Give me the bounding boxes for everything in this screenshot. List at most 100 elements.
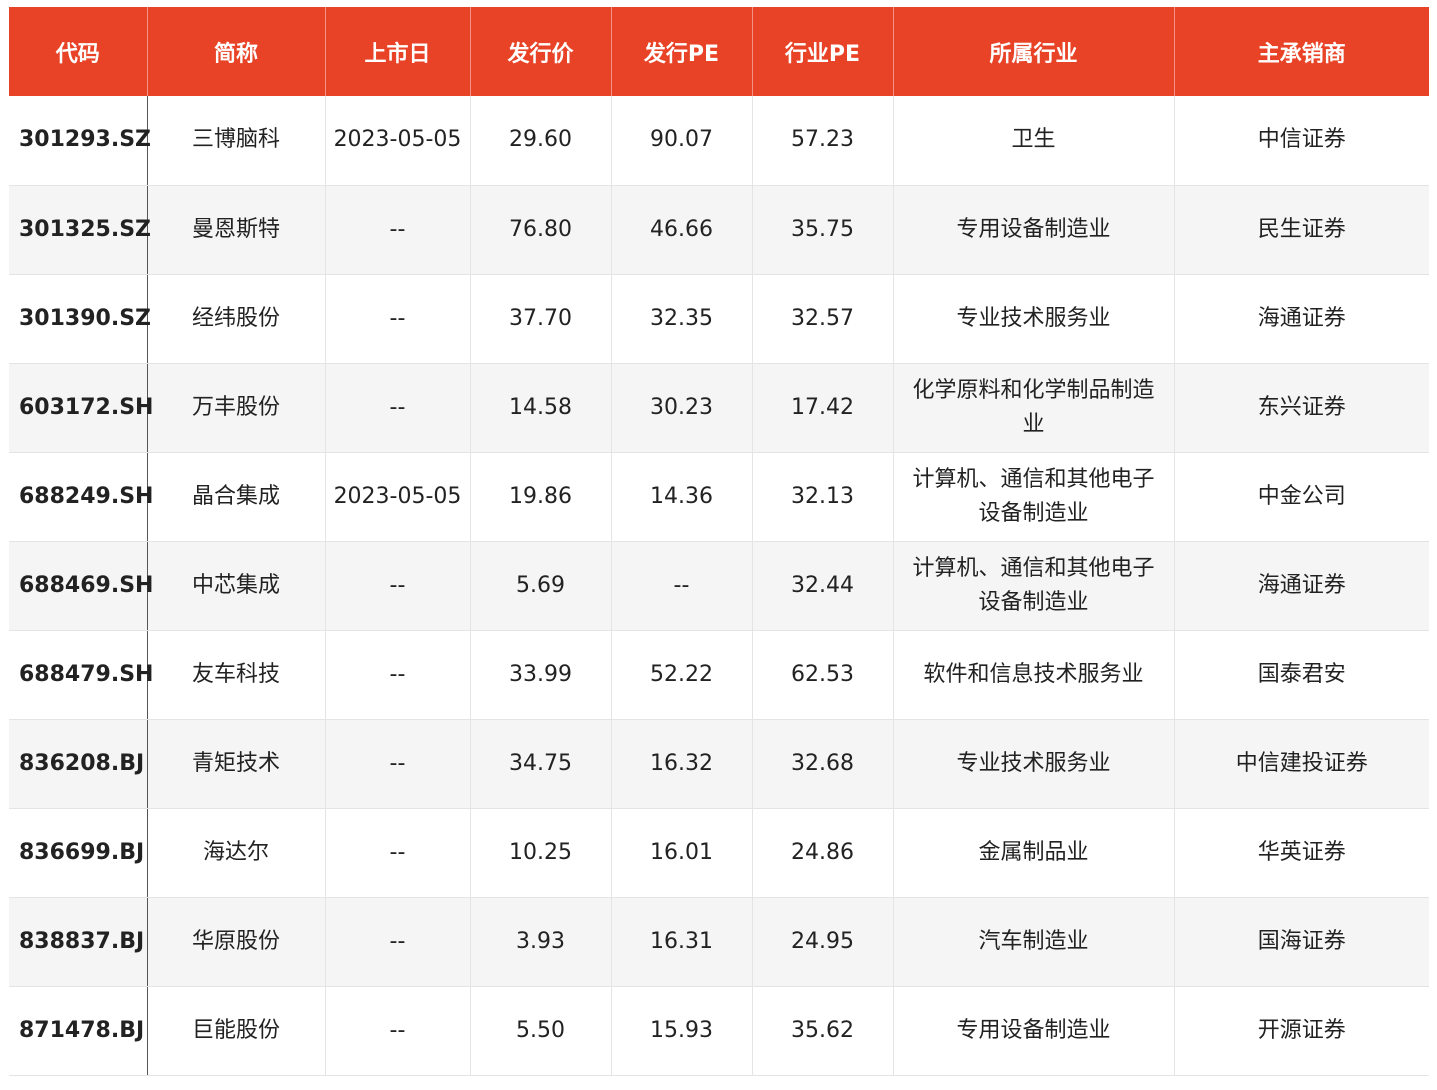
cell-underwriter: 海通证券 [1174,541,1429,631]
cell-underwriter: 海通证券 [1174,274,1429,364]
cell-short-name: 华原股份 [147,897,326,987]
cell-issue-pe: 16.01 [611,808,753,898]
cell-industry-pe: 35.62 [752,986,894,1076]
cell-issue-price: 10.25 [470,808,612,898]
cell-industry: 计算机、通信和其他电子设备制造业 [893,541,1175,631]
cell-listing-date: -- [325,808,471,898]
cell-industry-pe: 32.44 [752,541,894,631]
cell-short-name: 万丰股份 [147,363,326,453]
header-industry[interactable]: 所属行业 [893,7,1175,96]
cell-listing-date: -- [325,630,471,720]
table-row[interactable]: 301325.SZ 曼恩斯特 -- 76.80 46.66 35.75 专用设备制造业 民生证… [9,185,1429,275]
cell-code: 301325.SZ [9,185,151,275]
cell-issue-price: 19.86 [470,452,612,542]
cell-industry-pe: 35.75 [752,185,894,275]
cell-issue-pe: 30.23 [611,363,753,453]
cell-issue-pe: 90.07 [611,96,753,186]
cell-issue-pe: 32.35 [611,274,753,364]
cell-underwriter: 国海证券 [1174,897,1429,987]
cell-industry-pe: 32.13 [752,452,894,542]
ipo-table-container: 代码 简称 上市日 发行价 发行PE 行业PE 所属行业 主承销商 301293… [9,7,1429,1076]
cell-listing-date: -- [325,274,471,364]
cell-issue-price: 29.60 [470,96,612,186]
table-row[interactable]: 688469.SH 中芯集成 -- 5.69 -- 32.44 计算机、通信和其他电子设备制… [9,541,1429,631]
cell-code: 688469.SH [9,541,153,631]
cell-listing-date: 2023-05-05 [325,452,471,542]
header-short-name[interactable]: 简称 [147,7,326,96]
table-row[interactable]: 603172.SH 万丰股份 -- 14.58 30.23 17.42 化学原料和化学制品制… [9,363,1429,453]
header-listing-date[interactable]: 上市日 [325,7,471,96]
table-row[interactable]: 838837.BJ 华原股份 -- 3.93 16.31 24.95 汽车制造业 国海证券 [9,897,1429,987]
table-row[interactable]: 871478.BJ 巨能股份 -- 5.50 15.93 35.62 专用设备制造业 开源证券 [9,986,1429,1076]
cell-issue-pe: 15.93 [611,986,753,1076]
cell-code: 836208.BJ [9,719,148,809]
cell-code: 836699.BJ [9,808,148,898]
cell-underwriter: 民生证券 [1174,185,1429,275]
header-code[interactable]: 代码 [9,7,148,96]
cell-issue-price: 76.80 [470,185,612,275]
cell-industry: 专业技术服务业 [893,274,1175,364]
table-row[interactable]: 836699.BJ 海达尔 -- 10.25 16.01 24.86 金属制品业 华英证券 [9,808,1429,898]
header-underwriter[interactable]: 主承销商 [1174,7,1429,96]
cell-issue-pe: -- [611,541,753,631]
cell-industry: 化学原料和化学制品制造业 [893,363,1175,453]
cell-issue-price: 5.69 [470,541,612,631]
cell-listing-date: -- [325,897,471,987]
header-industry-pe[interactable]: 行业PE [752,7,894,96]
table-row[interactable]: 688249.SH 晶合集成 2023-05-05 19.86 14.36 32.13 计算… [9,452,1429,542]
cell-listing-date: -- [325,363,471,453]
cell-industry-pe: 32.68 [752,719,894,809]
header-issue-pe[interactable]: 发行PE [611,7,753,96]
cell-issue-price: 33.99 [470,630,612,720]
cell-industry: 软件和信息技术服务业 [893,630,1175,720]
cell-short-name: 中芯集成 [147,541,326,631]
cell-industry-pe: 32.57 [752,274,894,364]
cell-industry-pe: 62.53 [752,630,894,720]
cell-code: 688249.SH [9,452,153,542]
cell-underwriter: 中信证券 [1174,96,1429,186]
table-row[interactable]: 836208.BJ 青矩技术 -- 34.75 16.32 32.68 专业技术服务业 中信建… [9,719,1429,809]
table-body: 301293.SZ 三博脑科 2023-05-05 29.60 90.07 57.23 卫生… [9,96,1429,1076]
cell-industry: 专业技术服务业 [893,719,1175,809]
cell-issue-pe: 16.32 [611,719,753,809]
table-header: 代码 简称 上市日 发行价 发行PE 行业PE 所属行业 主承销商 [9,7,1429,96]
cell-code: 301293.SZ [9,96,151,186]
cell-issue-price: 34.75 [470,719,612,809]
header-row: 代码 简称 上市日 发行价 发行PE 行业PE 所属行业 主承销商 [9,7,1429,96]
cell-issue-price: 37.70 [470,274,612,364]
cell-listing-date: -- [325,185,471,275]
cell-short-name: 海达尔 [147,808,326,898]
cell-code: 688479.SH [9,630,153,720]
cell-code: 871478.BJ [9,986,148,1076]
cell-industry: 金属制品业 [893,808,1175,898]
cell-industry-pe: 57.23 [752,96,894,186]
cell-code: 603172.SH [9,363,153,453]
cell-code: 838837.BJ [9,897,148,987]
cell-industry-pe: 24.86 [752,808,894,898]
cell-short-name: 友车科技 [147,630,326,720]
cell-short-name: 晶合集成 [147,452,326,542]
ipo-table: 代码 简称 上市日 发行价 发行PE 行业PE 所属行业 主承销商 301293… [9,7,1429,1076]
cell-industry-pe: 17.42 [752,363,894,453]
cell-industry: 专用设备制造业 [893,986,1175,1076]
cell-underwriter: 开源证券 [1174,986,1429,1076]
cell-listing-date: -- [325,986,471,1076]
cell-industry: 专用设备制造业 [893,185,1175,275]
cell-issue-price: 3.93 [470,897,612,987]
cell-underwriter: 中金公司 [1174,452,1429,542]
cell-industry: 计算机、通信和其他电子设备制造业 [893,452,1175,542]
cell-underwriter: 国泰君安 [1174,630,1429,720]
cell-industry-pe: 24.95 [752,897,894,987]
cell-issue-price: 14.58 [470,363,612,453]
cell-listing-date: 2023-05-05 [325,96,471,186]
cell-issue-pe: 46.66 [611,185,753,275]
cell-listing-date: -- [325,541,471,631]
cell-issue-price: 5.50 [470,986,612,1076]
cell-underwriter: 华英证券 [1174,808,1429,898]
cell-code: 301390.SZ [9,274,151,364]
table-row[interactable]: 301293.SZ 三博脑科 2023-05-05 29.60 90.07 57.23 卫生… [9,96,1429,186]
cell-industry: 卫生 [893,96,1175,186]
header-issue-price[interactable]: 发行价 [470,7,612,96]
table-row[interactable]: 688479.SH 友车科技 -- 33.99 52.22 62.53 软件和信息技术服务业… [9,630,1429,720]
table-row[interactable]: 301390.SZ 经纬股份 -- 37.70 32.35 32.57 专业技术服务业 海通证… [9,274,1429,364]
